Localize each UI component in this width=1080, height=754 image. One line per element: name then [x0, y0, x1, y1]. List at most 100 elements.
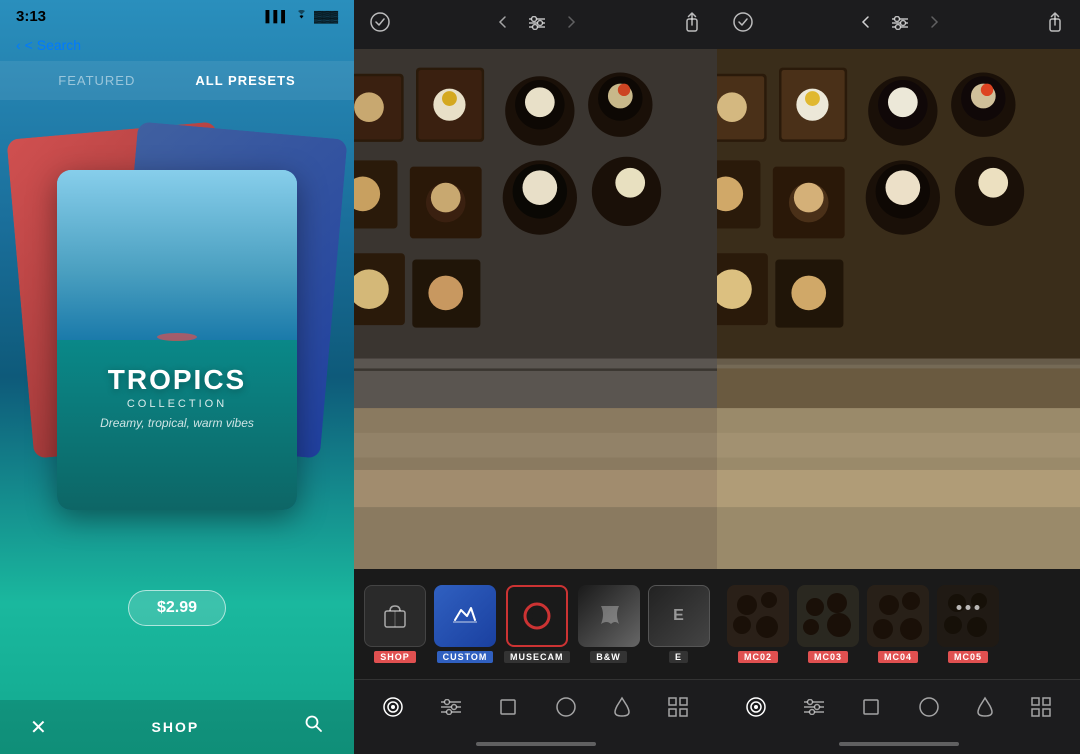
panel-editor-right: MC02 MC03: [717, 0, 1080, 754]
status-time: 3:13: [16, 8, 46, 25]
nav-back-label[interactable]: < Search: [25, 37, 81, 53]
custom-icon: [447, 598, 483, 634]
preset-item-e[interactable]: E E: [648, 585, 710, 663]
preset-mc04-tag: MC04: [878, 651, 918, 663]
preset-cards-area: TROPICS COLLECTION Dreamy, tropical, war…: [0, 110, 354, 570]
preset-item-bw[interactable]: B&W: [578, 585, 640, 663]
preset-thumb-mc03: [797, 585, 859, 647]
topbar-right-mid: [683, 12, 701, 37]
e-label: E: [673, 607, 684, 625]
panel-editor-mid: SHOP CUSTOM MUSECAM: [354, 0, 717, 754]
forward-icon-mid[interactable]: [562, 13, 580, 36]
tool-crop-mid[interactable]: [498, 697, 518, 717]
tool-filter-right[interactable]: [745, 696, 767, 718]
editor-topbar-right: [717, 0, 1080, 49]
home-indicator-mid: [354, 734, 717, 754]
tool-circle-mid[interactable]: [555, 696, 577, 718]
close-button[interactable]: ✕: [30, 715, 47, 740]
bw-icon: [591, 598, 627, 634]
forward-icon-right[interactable]: [925, 13, 943, 36]
shop-label[interactable]: SHOP: [152, 719, 200, 735]
food-photo-right: [717, 49, 1080, 569]
search-button[interactable]: [304, 714, 324, 740]
tools-bar-mid: [354, 679, 717, 734]
nav-bar: ‹ < Search: [0, 33, 354, 61]
adjust-icon-right[interactable]: [891, 14, 909, 35]
wifi-icon: [294, 10, 309, 24]
mc04-preview: [867, 585, 929, 647]
preset-card-main[interactable]: TROPICS COLLECTION Dreamy, tropical, war…: [57, 170, 297, 510]
check-icon-mid[interactable]: [370, 12, 390, 37]
preset-custom-tag: CUSTOM: [437, 651, 494, 663]
tool-grid-right[interactable]: [1030, 696, 1052, 718]
panel-presets-store: 3:13 ▌▌▌ ▓▓▓ ‹ < Search FEATURED ALL PRE…: [0, 0, 354, 754]
back-chevron-icon: ‹: [16, 37, 21, 53]
topbar-center-right: [857, 13, 943, 36]
preset-card-bg: TROPICS COLLECTION Dreamy, tropical, war…: [57, 170, 297, 510]
tab-featured[interactable]: FEATURED: [58, 73, 135, 88]
preset-thumb-custom: [434, 585, 496, 647]
tool-circle-right[interactable]: [918, 696, 940, 718]
preset-thumb-mc05: [937, 585, 999, 647]
preset-mc03-tag: MC03: [808, 651, 848, 663]
preset-thumb-mc02: [727, 585, 789, 647]
tool-drop-mid[interactable]: [613, 696, 631, 718]
preset-thumb-shop: [364, 585, 426, 647]
tool-drop-right[interactable]: [976, 696, 994, 718]
topbar-center-mid: [494, 13, 580, 36]
tool-crop-right[interactable]: [861, 697, 881, 717]
status-icons: ▌▌▌ ▓▓▓: [266, 10, 338, 24]
tools-bar-right: [717, 679, 1080, 734]
preset-item-mc03[interactable]: MC03: [797, 585, 859, 663]
preset-thumb-mc04: [867, 585, 929, 647]
battery-icon: ▓▓▓: [314, 11, 338, 23]
status-bar: 3:13 ▌▌▌ ▓▓▓: [0, 0, 354, 33]
home-indicator-right: [717, 734, 1080, 754]
home-bar-mid: [476, 742, 596, 746]
food-photo-mid: [354, 49, 717, 569]
mc03-preview: [797, 585, 859, 647]
adjust-icon-mid[interactable]: [528, 14, 546, 35]
preset-card-tagline: Dreamy, tropical, warm vibes: [57, 416, 297, 430]
signal-icon: ▌▌▌: [266, 11, 289, 23]
preset-item-shop[interactable]: SHOP: [364, 585, 426, 663]
editor-topbar-mid: [354, 0, 717, 49]
preset-item-mc02[interactable]: MC02: [727, 585, 789, 663]
check-icon-right[interactable]: [733, 12, 753, 37]
tab-all-presets[interactable]: ALL PRESETS: [195, 73, 295, 88]
tabs-row: FEATURED ALL PRESETS: [0, 61, 354, 100]
photo-area-right: [717, 49, 1080, 569]
topbar-left-mid: [370, 12, 390, 37]
preset-strip-right: MC02 MC03: [717, 569, 1080, 679]
preset-mc02-tag: MC02: [738, 651, 778, 663]
preset-thumb-musecam: [506, 585, 568, 647]
preset-e-tag: E: [669, 651, 688, 663]
preset-item-mc04[interactable]: MC04: [867, 585, 929, 663]
preset-strip-mid: SHOP CUSTOM MUSECAM: [354, 569, 717, 679]
share-icon-right[interactable]: [1046, 12, 1064, 37]
preset-item-musecam[interactable]: MUSECAM: [504, 585, 570, 663]
preset-thumb-e: E: [648, 585, 710, 647]
nav-back[interactable]: ‹ < Search: [16, 37, 81, 53]
tool-adjust-right[interactable]: [803, 699, 825, 715]
preset-item-custom[interactable]: CUSTOM: [434, 585, 496, 663]
tool-grid-mid[interactable]: [667, 696, 689, 718]
preset-card-subtitle: COLLECTION: [57, 398, 297, 410]
back-icon-mid[interactable]: [494, 13, 512, 36]
preset-card-title: TROPICS: [57, 364, 297, 396]
mc05-preview: [937, 585, 999, 647]
tool-adjust-mid[interactable]: [440, 699, 462, 715]
share-icon-mid[interactable]: [683, 12, 701, 37]
back-icon-right[interactable]: [857, 13, 875, 36]
preset-shop-tag: SHOP: [374, 651, 416, 663]
preset-item-mc05[interactable]: MC05: [937, 585, 999, 663]
tool-filter-mid[interactable]: [382, 696, 404, 718]
panel1-bottom-bar: ✕ SHOP: [0, 700, 354, 754]
preset-bw-tag: B&W: [590, 651, 627, 663]
topbar-right-right: [1046, 12, 1064, 37]
topbar-left-right: [733, 12, 753, 37]
preset-thumb-bw: [578, 585, 640, 647]
price-btn-area: $2.99: [0, 590, 354, 626]
musecam-icon: [519, 598, 555, 634]
price-button[interactable]: $2.99: [128, 590, 226, 626]
